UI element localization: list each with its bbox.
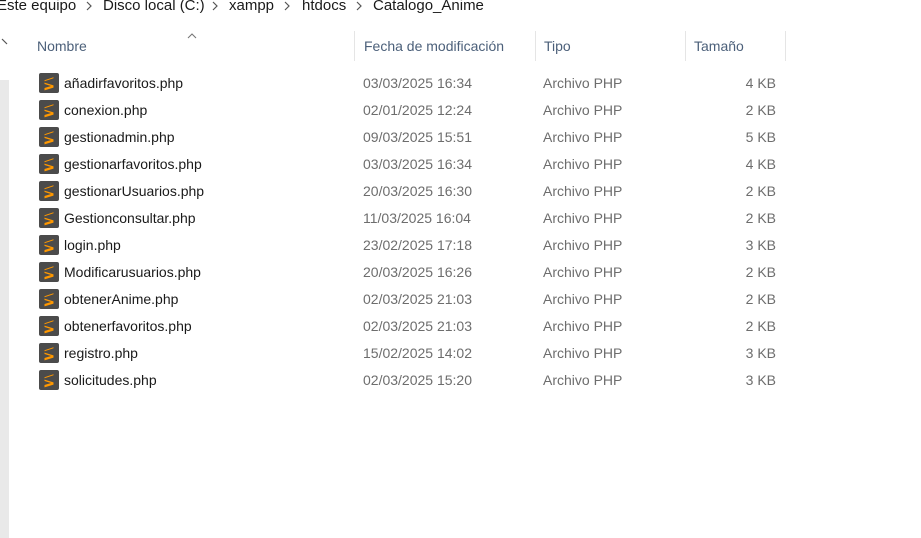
file-size: 3 KB [745, 345, 776, 361]
breadcrumb-item-disco-local[interactable]: Disco local (C:) [103, 0, 205, 14]
file-size: 2 KB [745, 291, 776, 307]
column-header-tipo[interactable]: Tipo [536, 31, 686, 61]
file-row[interactable]: solicitudes.php 02/03/2025 15:20 Archivo P… [30, 367, 790, 394]
file-row[interactable]: gestionarUsuarios.php 20/03/2025 16:30 Arc… [30, 178, 790, 205]
sublime-text-file-icon [39, 100, 59, 120]
file-name: Modificarusuarios.php [64, 264, 201, 280]
sublime-text-file-icon [39, 181, 59, 201]
file-name: conexion.php [64, 102, 148, 118]
sublime-text-file-icon [39, 235, 59, 255]
file-row[interactable]: obtenerfavoritos.php 02/03/2025 21:03 Arch… [30, 313, 790, 340]
sublime-text-file-icon [39, 289, 59, 309]
file-list: añadirfavoritos.php 03/03/2025 16:34 Archi… [30, 70, 790, 394]
file-modified-date: 02/03/2025 21:03 [363, 318, 472, 334]
file-type: Archivo PHP [543, 291, 623, 307]
file-type: Archivo PHP [543, 129, 623, 145]
breadcrumb: Este equipo Disco local (C:) xampp htdoc… [0, 0, 921, 16]
scrollbar-thumb[interactable] [0, 80, 9, 538]
file-name: login.php [64, 237, 121, 253]
file-modified-date: 20/03/2025 16:30 [363, 183, 472, 199]
file-size: 2 KB [745, 183, 776, 199]
sort-ascending-icon [187, 27, 197, 39]
file-row[interactable]: Modificarusuarios.php 20/03/2025 16:26 Arc… [30, 259, 790, 286]
chevron-right-icon[interactable] [210, 0, 220, 13]
file-type: Archivo PHP [543, 372, 623, 388]
file-row[interactable]: Gestionconsultar.php 11/03/2025 16:04 Arch… [30, 205, 790, 232]
file-row[interactable]: registro.php 15/02/2025 14:02 Archivo PHP 3… [30, 340, 790, 367]
file-row[interactable]: login.php 23/02/2025 17:18 Archivo PHP 3 KB [30, 232, 790, 259]
column-header-tamano-label: Tamaño [694, 38, 744, 54]
file-modified-date: 11/03/2025 16:04 [363, 210, 471, 226]
file-row[interactable]: añadirfavoritos.php 03/03/2025 16:34 Archi… [30, 70, 790, 97]
column-header-tipo-label: Tipo [544, 38, 571, 54]
file-type: Archivo PHP [543, 75, 623, 91]
file-modified-date: 23/02/2025 17:18 [363, 237, 472, 253]
breadcrumb-item-xampp[interactable]: xampp [229, 0, 274, 14]
sublime-text-file-icon [39, 343, 59, 363]
column-header-nombre-label: Nombre [37, 38, 87, 54]
file-name: gestionarUsuarios.php [64, 183, 205, 199]
breadcrumb-item-catalogo-anime[interactable]: Catalogo_Anime [373, 0, 484, 14]
sublime-text-file-icon [39, 127, 59, 147]
file-modified-date: 02/01/2025 12:24 [363, 102, 472, 118]
column-header-row: Nombre Fecha de modificación Tipo Tamaño [22, 31, 792, 61]
file-size: 4 KB [745, 156, 776, 172]
file-name: añadirfavoritos.php [64, 75, 184, 91]
sublime-text-file-icon [39, 370, 59, 390]
file-type: Archivo PHP [543, 156, 623, 172]
file-modified-date: 15/02/2025 14:02 [363, 345, 472, 361]
file-name: registro.php [64, 345, 138, 361]
chevron-right-icon[interactable] [354, 0, 364, 13]
file-size: 2 KB [745, 318, 776, 334]
file-type: Archivo PHP [543, 237, 623, 253]
file-type: Archivo PHP [543, 210, 623, 226]
file-size: 2 KB [745, 264, 776, 280]
column-header-tamano[interactable]: Tamaño [686, 31, 786, 61]
file-modified-date: 03/03/2025 16:34 [363, 156, 472, 172]
file-modified-date: 02/03/2025 15:20 [363, 372, 472, 388]
file-name: gestionadmin.php [64, 129, 175, 145]
scroll-up-arrow-icon[interactable] [0, 34, 11, 46]
file-row[interactable]: gestionadmin.php 09/03/2025 15:51 Archivo … [30, 124, 790, 151]
chevron-right-icon[interactable] [84, 0, 94, 13]
file-row[interactable]: gestionarfavoritos.php 03/03/2025 16:34 Ar… [30, 151, 790, 178]
file-type: Archivo PHP [543, 318, 623, 334]
column-header-fecha[interactable]: Fecha de modificación [356, 31, 536, 61]
sublime-text-file-icon [39, 316, 59, 336]
sublime-text-file-icon [39, 73, 59, 93]
sublime-text-file-icon [39, 208, 59, 228]
file-type: Archivo PHP [543, 264, 623, 280]
file-modified-date: 20/03/2025 16:26 [363, 264, 472, 280]
file-name: Gestionconsultar.php [64, 210, 196, 226]
file-name: obtenerfavoritos.php [64, 318, 192, 334]
file-size: 3 KB [745, 237, 776, 253]
sublime-text-file-icon [39, 262, 59, 282]
file-row[interactable]: obtenerAnime.php 02/03/2025 21:03 Archivo … [30, 286, 790, 313]
file-name: gestionarfavoritos.php [64, 156, 202, 172]
file-size: 5 KB [745, 129, 776, 145]
chevron-right-icon[interactable] [282, 0, 292, 13]
file-name: solicitudes.php [64, 372, 157, 388]
column-header-fecha-label: Fecha de modificación [364, 38, 505, 54]
file-size: 2 KB [745, 210, 776, 226]
file-name: obtenerAnime.php [64, 291, 179, 307]
file-type: Archivo PHP [543, 102, 623, 118]
vertical-scrollbar[interactable] [0, 28, 11, 538]
file-size: 4 KB [745, 75, 776, 91]
file-modified-date: 02/03/2025 21:03 [363, 291, 472, 307]
file-row[interactable]: conexion.php 02/01/2025 12:24 Archivo PHP 2… [30, 97, 790, 124]
sublime-text-file-icon [39, 154, 59, 174]
file-modified-date: 03/03/2025 16:34 [363, 75, 472, 91]
file-size: 2 KB [745, 102, 776, 118]
file-type: Archivo PHP [543, 183, 623, 199]
breadcrumb-item-htdocs[interactable]: htdocs [302, 0, 346, 14]
file-size: 3 KB [745, 372, 776, 388]
file-modified-date: 09/03/2025 15:51 [363, 129, 472, 145]
file-type: Archivo PHP [543, 345, 623, 361]
breadcrumb-item-este-equipo[interactable]: Este equipo [0, 0, 76, 14]
